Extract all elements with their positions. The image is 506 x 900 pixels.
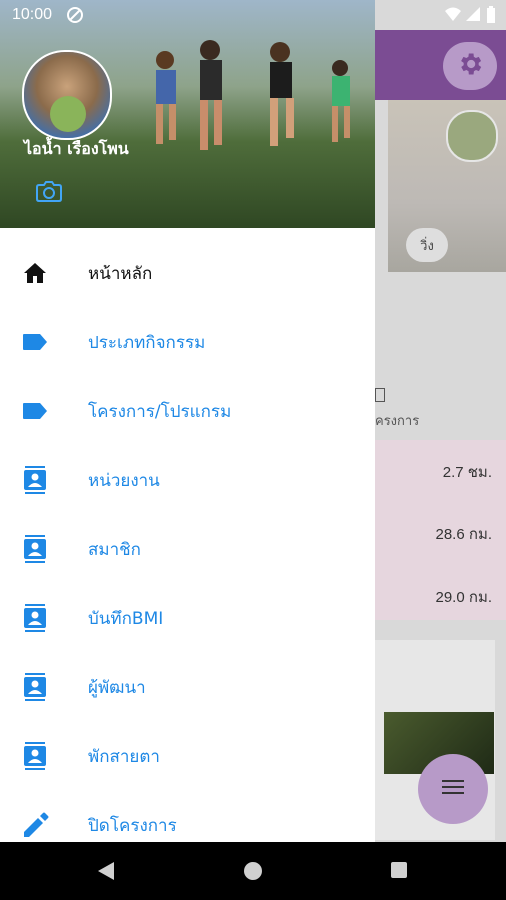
menu-item-label: บันทึกBMI — [88, 609, 164, 629]
change-photo-button[interactable] — [32, 176, 66, 210]
back-icon[interactable] — [96, 861, 116, 885]
pencil-icon — [20, 812, 50, 838]
menu-item-members[interactable]: สมาชิก — [0, 514, 375, 583]
menu-item-bmi[interactable]: บันทึกBMI — [0, 583, 375, 652]
background-icon — [375, 388, 385, 402]
contacts-icon — [20, 673, 50, 701]
avatar-photo — [50, 96, 86, 132]
menu-item-label: ปิดโครงการ — [88, 816, 177, 836]
menu-item-label: ผู้พัฒนา — [88, 678, 146, 698]
user-name: ไอน้ำ เรืองโพน — [24, 139, 129, 158]
signal-icon — [465, 6, 481, 26]
stat-row: 2.7 ชม. — [375, 440, 506, 500]
menu-item-close-project[interactable]: ปิดโครงการ — [0, 790, 375, 842]
menu-item-developer[interactable]: ผู้พัฒนา — [0, 652, 375, 721]
battery-icon — [486, 6, 496, 28]
menu-item-label: พักสายตา — [88, 747, 160, 767]
menu-icon — [442, 779, 464, 799]
settings-button[interactable] — [443, 42, 497, 90]
menu-item-eye-rest[interactable]: พักสายตา — [0, 721, 375, 790]
menu-item-program[interactable]: โครงการ/โปรแกรม — [0, 376, 375, 445]
contacts-icon — [20, 742, 50, 770]
avatar[interactable] — [22, 50, 112, 140]
menu-item-agency[interactable]: หน่วยงาน — [0, 445, 375, 514]
drawer-header: ไอน้ำ เรืองโพน — [0, 0, 375, 228]
status-bar: 10:00 — [0, 0, 506, 30]
system-nav-bar — [0, 842, 506, 900]
header-photo — [156, 40, 350, 150]
camera-icon — [36, 179, 62, 207]
label-icon — [20, 398, 50, 424]
menu-item-label: หน้าหลัก — [88, 264, 153, 284]
stat-value: 2.7 ชม. — [442, 464, 492, 481]
menu-item-activity-type[interactable]: ประเภทกิจกรรม — [0, 307, 375, 376]
recent-apps-icon[interactable] — [391, 862, 407, 878]
activity-chip[interactable]: วิ่ง — [406, 228, 448, 262]
navigation-drawer: ไอน้ำ เรืองโพน หน้าหลัก ประเภทกิจกรรม โค… — [0, 0, 375, 842]
home-icon — [20, 260, 50, 286]
sync-icon — [66, 6, 84, 28]
stat-row: 29.0 กม. — [375, 560, 506, 620]
gear-icon — [456, 50, 484, 82]
contacts-icon — [20, 535, 50, 563]
stat-value: 29.0 กม. — [435, 589, 493, 606]
home-nav-icon[interactable] — [244, 862, 262, 880]
menu-item-label: หน่วยงาน — [88, 471, 160, 491]
menu-item-label: ประเภทกิจกรรม — [88, 333, 206, 353]
background-subtitle: ครงการ — [375, 414, 420, 429]
contacts-icon — [20, 604, 50, 632]
menu-fab-button[interactable] — [418, 754, 488, 824]
menu-item-label: สมาชิก — [88, 540, 141, 560]
stat-row: 28.6 กม. — [375, 500, 506, 560]
background-avatar — [446, 110, 498, 162]
menu-item-label: โครงการ/โปรแกรม — [88, 402, 232, 422]
label-icon — [20, 329, 50, 355]
stat-value: 28.6 กม. — [435, 526, 493, 543]
wifi-icon — [444, 6, 462, 26]
contacts-icon — [20, 466, 50, 494]
status-time: 10:00 — [12, 6, 53, 23]
menu-item-home[interactable]: หน้าหลัก — [0, 238, 375, 307]
